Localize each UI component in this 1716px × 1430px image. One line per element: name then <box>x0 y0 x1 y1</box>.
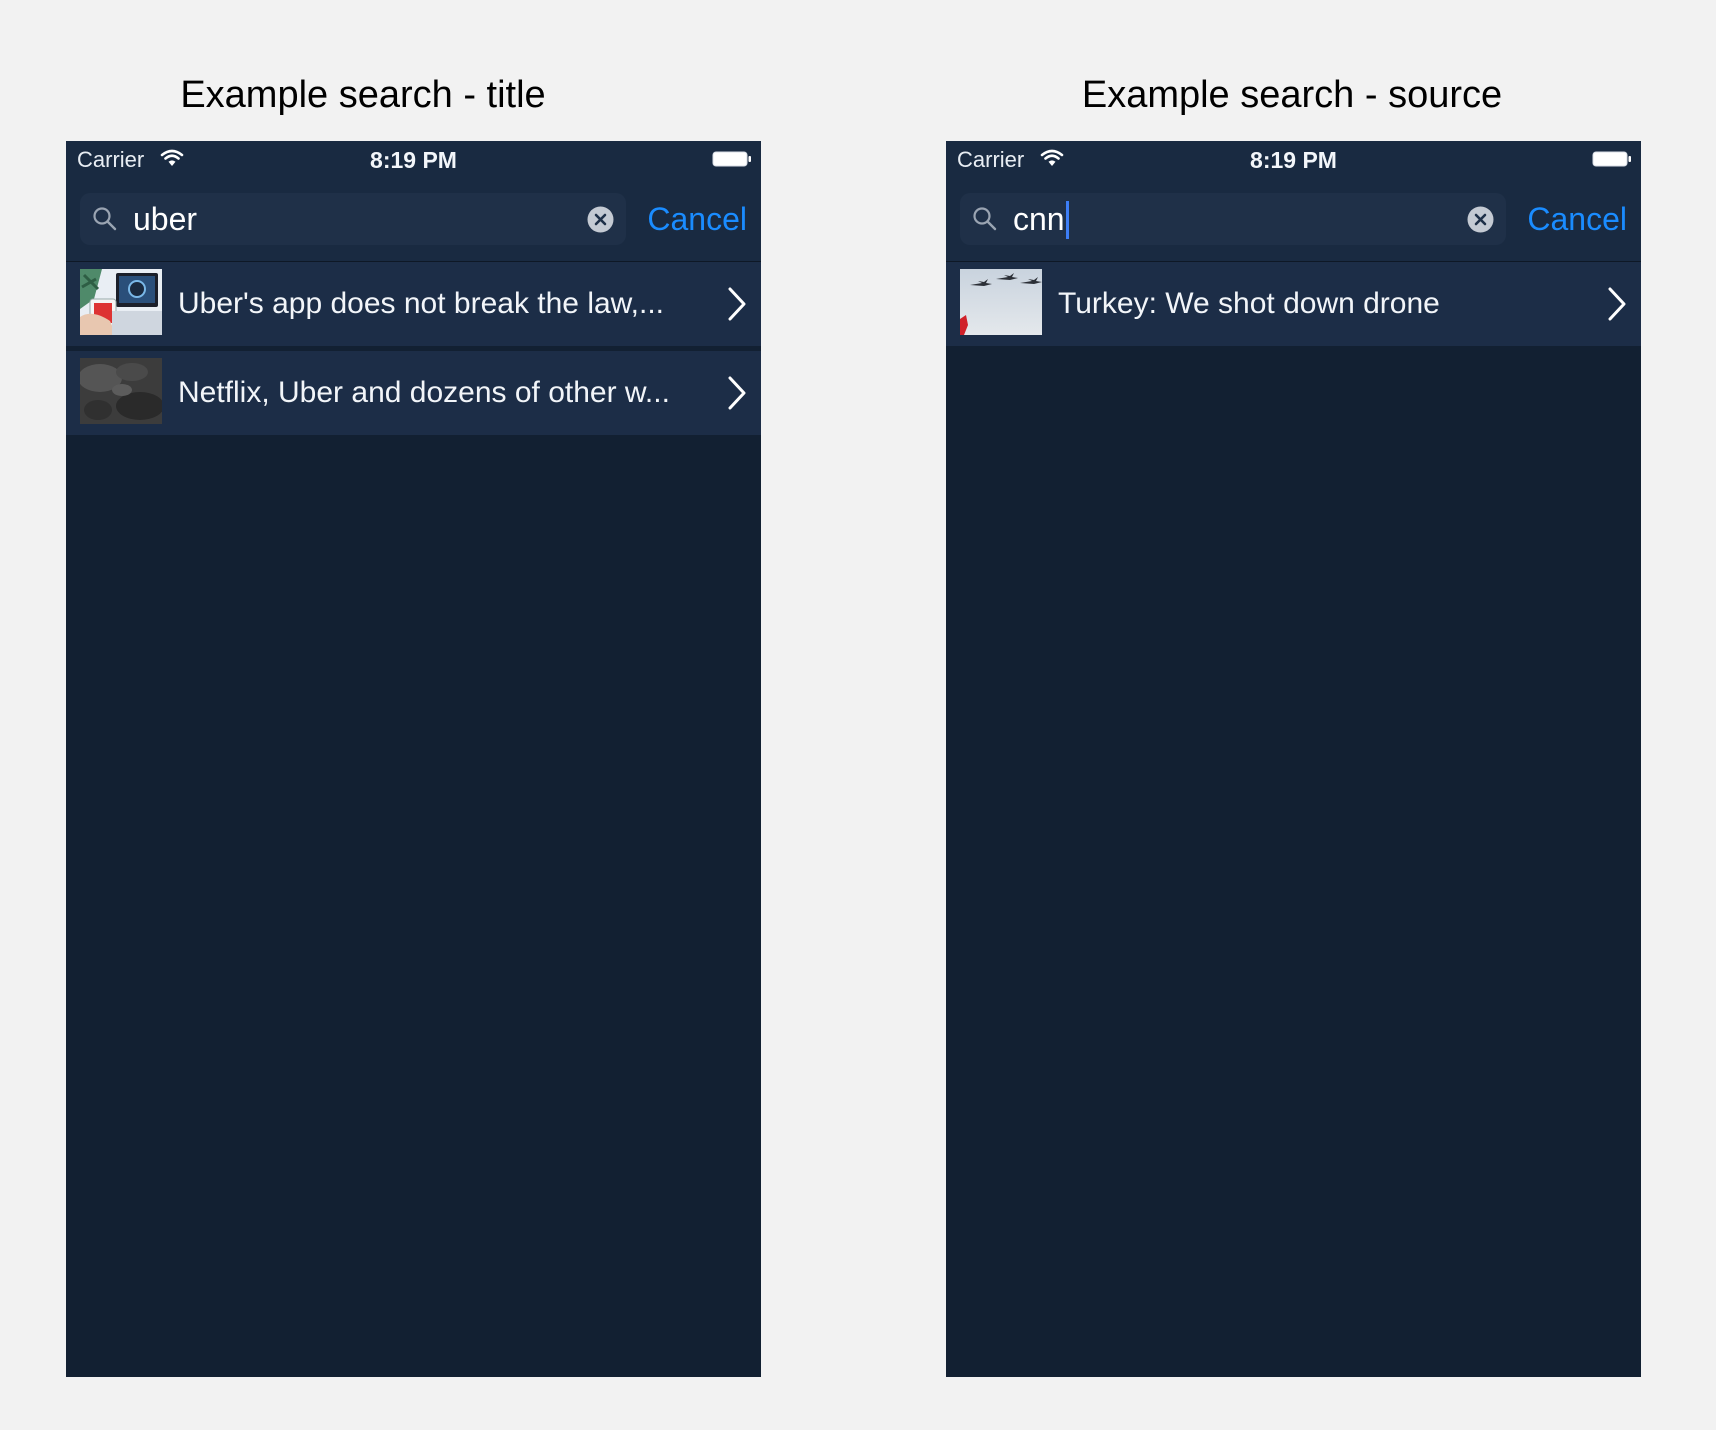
status-bar: Carrier 8:19 PM <box>946 141 1641 179</box>
search-query: cnn <box>1013 201 1065 237</box>
result-row[interactable]: Uber's app does not break the law,... <box>66 262 761 351</box>
search-field[interactable]: cnn <box>960 193 1506 245</box>
search-bar: cnn Cancel <box>946 179 1641 262</box>
result-row[interactable]: Netflix, Uber and dozens of other w... <box>66 351 761 440</box>
result-title: Turkey: We shot down drone <box>1058 287 1440 320</box>
search-icon <box>92 206 118 237</box>
phone-screen-source-search: Carrier 8:19 PM cnn Cancel Turkey: We sh… <box>946 141 1641 1377</box>
cancel-button[interactable]: Cancel <box>1527 193 1627 245</box>
clear-icon[interactable] <box>1467 206 1494 238</box>
status-time: 8:19 PM <box>1250 147 1337 173</box>
results-list: Uber's app does not break the law,... Ne… <box>66 262 761 440</box>
search-bar: uber Cancel <box>66 179 761 262</box>
text-cursor <box>1065 200 1069 239</box>
result-row[interactable]: Turkey: We shot down drone <box>946 262 1641 351</box>
clear-icon[interactable] <box>587 206 614 238</box>
phone-screen-title-search: Carrier 8:19 PM uber Cancel Uber's app d… <box>66 141 761 1377</box>
result-title: Uber's app does not break the law,... <box>178 287 665 320</box>
results-list: Turkey: We shot down drone <box>946 262 1641 351</box>
chevron-right-icon <box>1607 287 1627 326</box>
status-bar: Carrier 8:19 PM <box>66 141 761 179</box>
caption-left: Example search - title <box>180 74 546 116</box>
battery-icon <box>712 151 752 167</box>
thumbnail-image <box>80 269 162 335</box>
battery-icon <box>1592 151 1632 167</box>
caption-right: Example search - source <box>1081 74 1503 116</box>
search-field[interactable]: uber <box>80 193 626 245</box>
chevron-right-icon <box>727 376 747 415</box>
result-title: Netflix, Uber and dozens of other w... <box>178 376 670 409</box>
chevron-right-icon <box>727 287 747 326</box>
search-input[interactable]: uber <box>133 193 197 245</box>
thumbnail-image <box>80 358 162 424</box>
search-icon <box>972 206 998 237</box>
search-query: uber <box>133 201 198 237</box>
status-time: 8:19 PM <box>370 147 457 173</box>
cancel-button[interactable]: Cancel <box>647 193 747 245</box>
thumbnail-image <box>960 269 1042 335</box>
search-input[interactable]: cnn <box>1013 193 1069 245</box>
